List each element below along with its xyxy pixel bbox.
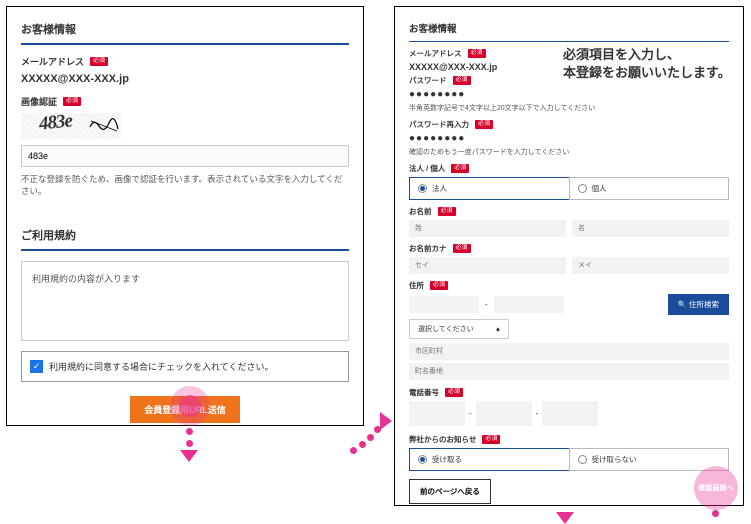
email-label: メールアドレス <box>21 55 84 68</box>
terms-heading: ご利用規約 <box>21 227 349 243</box>
address-search-button[interactable]: 🔍 住所検索 <box>668 294 729 315</box>
tel-label: 電話番号 <box>409 387 439 398</box>
prefecture-select[interactable]: 選択してください ♦ <box>409 319 509 339</box>
first-name-input[interactable] <box>572 220 729 237</box>
required-badge: 必須 <box>63 97 81 106</box>
radio-icon-selected <box>418 184 427 193</box>
divider <box>21 249 349 251</box>
divider <box>21 43 349 45</box>
confirm-button-label: 確認画面へ <box>699 483 734 493</box>
postal-code-2-input[interactable] <box>494 296 564 313</box>
select-sort-icon: ♦ <box>496 325 500 334</box>
captcha-label-row: 画像認証 必須 <box>21 95 349 108</box>
back-button[interactable]: 前のページへ戻る <box>409 479 491 504</box>
street-input[interactable] <box>409 363 729 380</box>
radio-icon <box>578 455 587 464</box>
checkbox-checked-icon[interactable]: ✓ <box>30 360 43 373</box>
entity-radio-group: 法人 個人 <box>409 177 729 200</box>
address-label: 住所 <box>409 280 424 291</box>
customer-info-heading: お客様情報 <box>409 21 729 35</box>
arrow-right-icon <box>380 412 392 430</box>
tel-1-input[interactable] <box>409 401 465 426</box>
city-input[interactable] <box>409 343 729 360</box>
email-value: XXXXX@XXX-XXX.jp <box>21 73 349 85</box>
confirm-button-highlight[interactable]: 確認画面へ <box>694 466 738 510</box>
password-label: パスワード <box>409 75 447 86</box>
agree-checkbox-row[interactable]: ✓ 利用規約に同意する場合にチェックを入れてください。 <box>21 351 349 382</box>
required-badge: 必須 <box>453 76 471 85</box>
required-badge: 必須 <box>430 281 448 290</box>
required-badge: 必須 <box>475 120 493 129</box>
radio-subscribe[interactable]: 受け取る <box>409 448 570 471</box>
captcha-text: 483e <box>38 113 73 136</box>
kana-label: お名前カナ <box>409 243 447 254</box>
required-badge: 必須 <box>468 49 486 58</box>
first-name-kana-input[interactable] <box>572 257 729 274</box>
captcha-input[interactable] <box>21 145 349 167</box>
required-badge: 必須 <box>445 388 463 397</box>
instruction-callout: 必須項目を入力し、 本登録をお願いいたします。 <box>563 46 731 82</box>
captcha-image: 483e <box>21 113 121 139</box>
password-confirm-helper: 確認のためもう一度パスワードを入力してください <box>409 147 729 157</box>
captcha-noise-icon <box>89 117 119 133</box>
email-label-row: メールアドレス 必須 <box>21 55 349 68</box>
divider <box>409 41 729 42</box>
required-badge: 必須 <box>482 435 500 444</box>
radio-icon <box>578 184 587 193</box>
agree-text: 利用規約に同意する場合にチェックを入れてください。 <box>49 360 273 373</box>
captcha-helper: 不正な登録を防ぐため、画像で認証を行います。表示されている文字を入力してください… <box>21 173 349 197</box>
captcha-label: 画像認証 <box>21 95 57 108</box>
tel-2-input[interactable] <box>476 401 532 426</box>
password-confirm-label: パスワード再入力 <box>409 119 469 130</box>
radio-corporate[interactable]: 法人 <box>409 177 570 200</box>
search-icon: 🔍 <box>678 300 687 309</box>
registration-step1-panel: お客様情報 メールアドレス 必須 XXXXX@XXX-XXX.jp 画像認証 必… <box>6 6 364 426</box>
postal-dash: - <box>485 300 488 309</box>
terms-textarea[interactable]: 利用規約の内容が入ります <box>21 261 349 341</box>
arrow-down-icon <box>180 450 198 462</box>
required-badge: 必須 <box>453 244 471 253</box>
password-input[interactable]: ●●●●●●●● <box>409 89 729 100</box>
last-name-kana-input[interactable] <box>409 257 566 274</box>
last-name-input[interactable] <box>409 220 566 237</box>
required-badge: 必須 <box>451 164 469 173</box>
email-label: メールアドレス <box>409 48 462 59</box>
customer-info-heading: お客様情報 <box>21 21 349 37</box>
news-radio-group: 受け取る 受け取らない <box>409 448 729 471</box>
highlight-circle-icon <box>170 386 210 426</box>
radio-icon-selected <box>418 455 427 464</box>
tel-3-input[interactable] <box>542 401 598 426</box>
password-confirm-input[interactable]: ●●●●●●●● <box>409 133 729 144</box>
password-helper: 半角英数字記号で4文字以上20文字以下で入力してください <box>409 103 729 113</box>
name-label: お名前 <box>409 206 432 217</box>
required-badge: 必須 <box>438 207 456 216</box>
entity-label: 法人 / 個人 <box>409 163 445 174</box>
radio-individual[interactable]: 個人 <box>569 177 730 200</box>
arrow-down-icon <box>556 512 574 524</box>
required-badge: 必須 <box>90 57 108 66</box>
postal-code-1-input[interactable] <box>409 296 479 313</box>
news-label: 弊社からのお知らせ <box>409 434 476 445</box>
